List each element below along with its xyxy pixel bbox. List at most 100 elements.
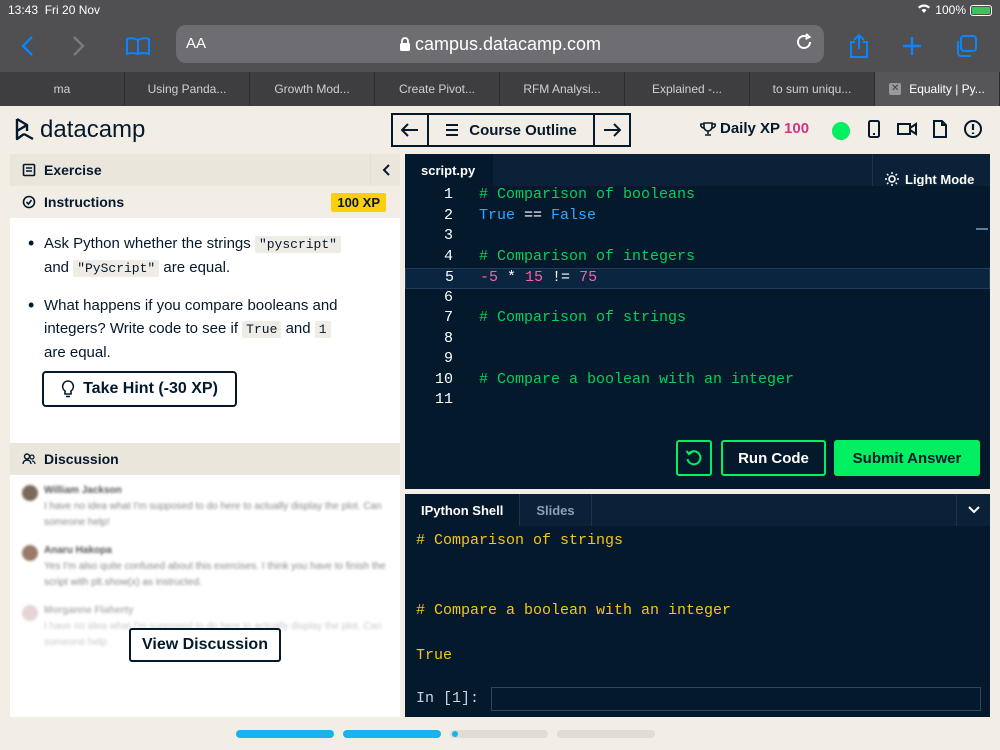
progress-segment (236, 730, 334, 738)
xp-badge: 100 XP (331, 193, 386, 212)
progress-segment (450, 730, 548, 738)
datacamp-logo[interactable]: datacamp (14, 116, 145, 144)
next-exercise-button[interactable] (595, 115, 629, 145)
sun-icon (885, 172, 899, 186)
daily-xp[interactable]: Daily XP 100 (700, 120, 809, 137)
avatar (22, 485, 38, 501)
mobile-view-icon[interactable] (864, 119, 884, 139)
exercise-label: Exercise (44, 162, 102, 178)
discussion-post: William Jackson I have no idea what I'm … (22, 483, 388, 531)
run-code-button[interactable]: Run Code (721, 440, 826, 476)
code-line: 11 (434, 391, 453, 408)
browser-tab[interactable]: ma (0, 72, 125, 106)
wifi-icon (917, 3, 931, 17)
ipython-shell: IPython Shell Slides # Comparison of str… (405, 494, 990, 717)
view-discussion-button[interactable]: View Discussion (129, 628, 281, 662)
instruction-item: Ask Python whether the strings "pyscript… (24, 232, 386, 280)
shell-input[interactable] (491, 687, 981, 711)
chevron-left-icon (382, 164, 390, 176)
code-editor: script.py Light Mode 1 # Comparison of bo… (405, 154, 990, 489)
status-time: 13:43 Fri 20 Nov (8, 3, 101, 17)
battery-icon (970, 4, 992, 16)
browser-tab[interactable]: Growth Mod... (250, 72, 375, 106)
menu-icon (446, 124, 459, 136)
browser-tab-bar: ma Using Panda... Growth Mod... Create P… (0, 72, 1000, 106)
browser-tab[interactable]: Explained -... (625, 72, 750, 106)
battery-percent: 100% (935, 3, 966, 17)
course-outline-button[interactable]: Course Outline (427, 115, 595, 145)
close-tab-icon[interactable]: ✕ (889, 83, 902, 95)
code-snippet: 1 (314, 321, 331, 338)
post-author: Anaru Hakopa (44, 545, 112, 556)
discussion-posts: William Jackson I have no idea what I'm … (10, 475, 400, 715)
code-line: 7 # Comparison of strings (443, 309, 687, 326)
editor-scrollbar[interactable] (976, 228, 988, 230)
post-author: Morganne Flaherty (44, 605, 134, 616)
reset-code-button[interactable] (676, 440, 712, 476)
avatar (22, 545, 38, 561)
discussion-header[interactable]: Discussion (10, 443, 400, 475)
instructions-header: Instructions 100 XP (10, 186, 400, 218)
code-line: 8 (443, 329, 453, 347)
exercise-header: Exercise (10, 154, 400, 186)
arrow-left-icon (401, 123, 418, 137)
tabs-overview-icon[interactable] (949, 29, 983, 63)
progress-segment (343, 730, 441, 738)
tab-slides[interactable]: Slides (520, 494, 592, 526)
code-snippet: "PyScript" (73, 260, 160, 277)
take-hint-button[interactable]: Take Hint (-30 XP) (42, 371, 237, 407)
tab-script-py[interactable]: script.py (405, 154, 493, 186)
status-bar: 13:43 Fri 20 Nov 100% (0, 0, 1000, 20)
course-outline-label: Course Outline (469, 121, 577, 139)
code-snippet: True (242, 321, 282, 338)
code-line: 9 (443, 350, 453, 367)
progress-current-dot (452, 731, 458, 737)
url-text: campus.datacamp.com (176, 34, 824, 57)
share-icon[interactable] (842, 29, 876, 63)
exercise-progress (236, 730, 655, 738)
progress-segment (557, 730, 655, 738)
code-line: 2 True == False (443, 206, 597, 224)
discussion-section: Discussion William Jackson I have no ide… (10, 443, 400, 715)
collapse-panel-button[interactable] (370, 154, 400, 186)
address-bar[interactable]: AA campus.datacamp.com (176, 25, 824, 63)
shell-prompt: In [1]: (416, 690, 480, 707)
discussion-post: Anaru Hakopa Yes I'm also quite confused… (22, 543, 388, 591)
lock-icon (399, 36, 411, 57)
reload-icon[interactable] (794, 32, 814, 58)
browser-tab-active[interactable]: ✕ Equality | Py... (875, 72, 1000, 106)
forward-icon[interactable] (62, 29, 96, 63)
browser-tab[interactable]: to sum uniqu... (750, 72, 875, 106)
browser-tab[interactable]: RFM Analysi... (500, 72, 625, 106)
slides-icon[interactable] (930, 119, 950, 139)
code-line: 6 (443, 288, 453, 306)
document-icon (22, 163, 36, 177)
post-author: William Jackson (44, 485, 122, 496)
code-area[interactable]: 1 # Comparison of booleans 2 True == False… (405, 186, 990, 412)
instructions-body: Ask Python whether the strings "pyscript… (10, 218, 400, 364)
light-mode-button[interactable]: Light Mode (872, 154, 990, 186)
post-text: I have no idea what I'm supposed to do h… (44, 501, 382, 528)
browser-tab[interactable]: Create Pivot... (375, 72, 500, 106)
code-line: 3 (443, 227, 453, 244)
info-icon[interactable] (963, 119, 983, 139)
bookmarks-icon[interactable] (121, 29, 155, 63)
submit-answer-button[interactable]: Submit Answer (834, 440, 980, 476)
video-icon[interactable] (897, 119, 917, 139)
code-line: 4 # Comparison of integers (443, 247, 696, 265)
browser-tab[interactable]: Using Panda... (125, 72, 250, 106)
editor-tab-bar: script.py Light Mode (405, 154, 990, 186)
back-icon[interactable] (10, 29, 44, 63)
exercise-panel: Exercise Instructions 100 XP Ask Python … (10, 154, 400, 717)
chevron-down-icon[interactable] (956, 494, 990, 526)
post-text: Yes I'm also quite confused about this e… (44, 561, 386, 588)
shell-tab-bar: IPython Shell Slides (405, 494, 990, 526)
shell-output-line: True (416, 647, 453, 664)
tab-ipython-shell[interactable]: IPython Shell (405, 494, 521, 526)
shell-output-line: # Comparison of strings (416, 532, 624, 549)
previous-exercise-button[interactable] (393, 115, 427, 145)
check-circle-icon (22, 195, 36, 209)
code-line: 10 # Compare a boolean with an integer (434, 370, 795, 388)
trophy-icon (700, 121, 716, 136)
new-tab-icon[interactable] (895, 29, 929, 63)
